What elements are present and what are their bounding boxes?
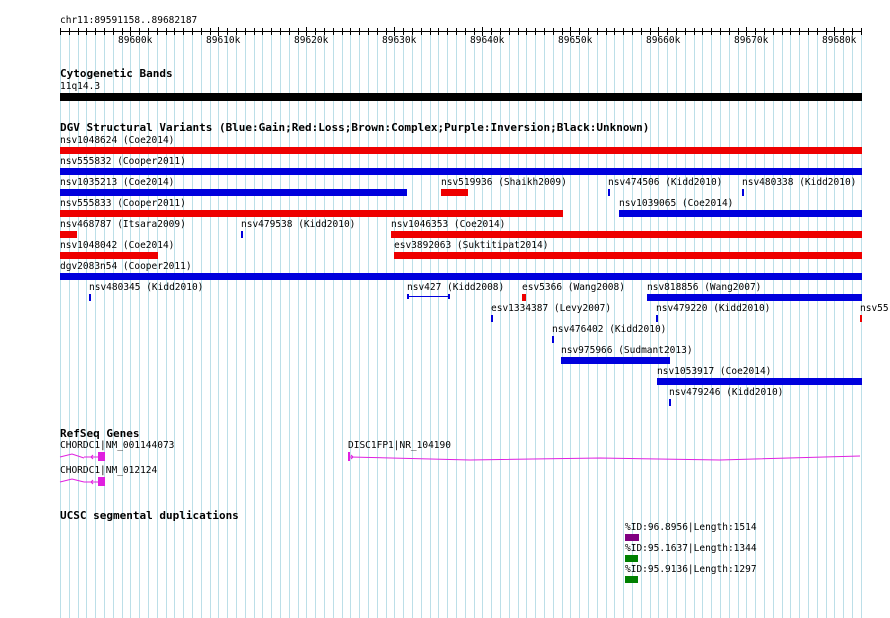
gene-model-disc1fp1-nr-104190[interactable] bbox=[348, 452, 861, 461]
gene-model-chordc1-nm-001144073[interactable] bbox=[59, 452, 105, 461]
segdup-bar[interactable] bbox=[625, 576, 638, 583]
gene-model-chordc1-nm-012124[interactable] bbox=[59, 477, 105, 486]
segdup-track-title: UCSC segmental duplications bbox=[60, 509, 239, 522]
segdup-label: %ID:95.1637|Length:1344 bbox=[625, 543, 757, 554]
segdup-label: %ID:96.8956|Length:1514 bbox=[625, 522, 757, 533]
segdup-bar[interactable] bbox=[625, 555, 638, 562]
genome-browser-panel: chr11:89591158..89682187 89600k 89610k 8… bbox=[0, 0, 890, 618]
segdup-label: %ID:95.9136|Length:1297 bbox=[625, 564, 757, 575]
segdup-bar[interactable] bbox=[625, 534, 639, 541]
